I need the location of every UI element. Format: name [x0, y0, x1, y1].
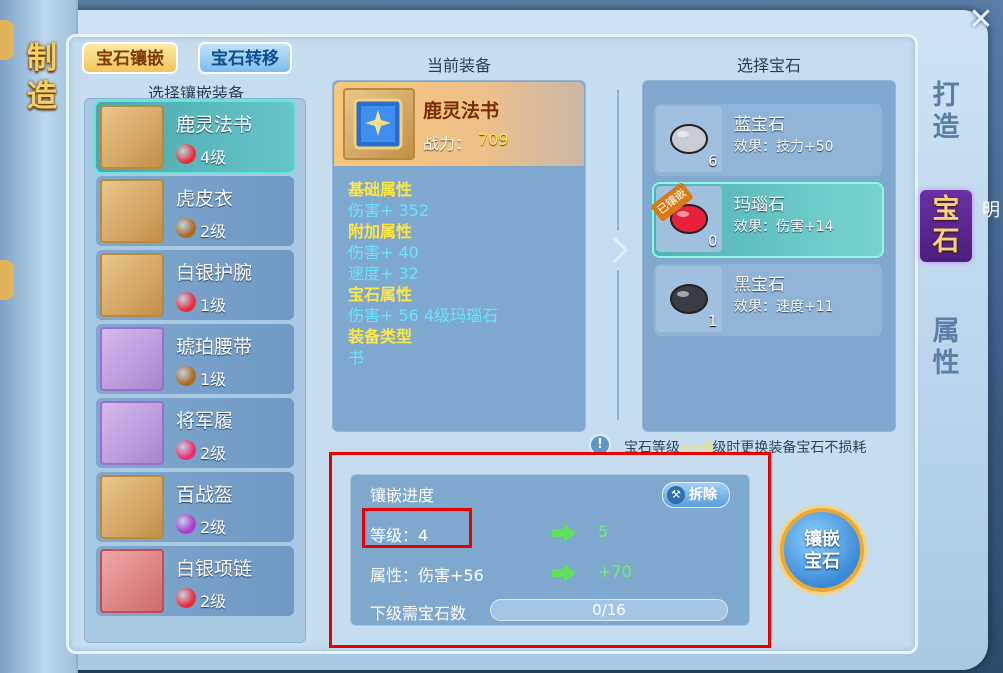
equip-item[interactable]: 鹿灵法书 4级 — [96, 102, 294, 172]
highlight-box-level — [362, 508, 472, 548]
gem-icon — [176, 514, 196, 534]
equipment-icon — [100, 179, 164, 243]
tab-char: 打 — [932, 80, 960, 111]
gem-icon — [176, 366, 196, 386]
close-button[interactable]: ✕ — [962, 2, 1000, 40]
tab-0[interactable]: 打造 — [920, 76, 972, 148]
gem-count: 1 — [708, 312, 718, 330]
tab-char: 属 — [932, 316, 960, 347]
equip-name: 白银护腕 — [176, 262, 253, 284]
equip-item[interactable]: 白银护腕 1级 — [96, 250, 294, 320]
gem-count: 0 — [708, 232, 718, 250]
equipment-icon — [100, 253, 164, 317]
gem-icon — [176, 218, 196, 238]
gem-level: 2级 — [200, 444, 227, 463]
equip-name: 百战盔 — [176, 484, 234, 506]
power-label: 战力： — [423, 134, 472, 153]
gem-icon — [176, 144, 196, 164]
attr-line: 书 — [348, 348, 365, 367]
tab-char: 造 — [932, 112, 960, 143]
tab-char: 石 — [932, 226, 960, 257]
gem-effect: 效果：伤害+14 — [734, 219, 834, 235]
gem-name: 黑宝石 — [734, 275, 785, 295]
inlay-line1: 镶嵌 — [804, 529, 840, 550]
gem-level: 2级 — [200, 222, 227, 241]
tab-gem-transfer[interactable]: 宝石转移 — [198, 42, 292, 74]
equipment-icon — [100, 105, 164, 169]
current-equip-title: 当前装备 — [426, 56, 491, 75]
equip-name: 虎皮衣 — [176, 188, 234, 210]
tab-1[interactable]: 宝石 — [920, 190, 972, 262]
power-value: 709 — [478, 130, 509, 149]
equip-name: 琥珀腰带 — [176, 336, 253, 358]
side-title: 制造 — [27, 41, 57, 114]
book-icon — [343, 88, 415, 160]
gem-icon — [176, 440, 196, 460]
gem-list-title: 选择宝石 — [736, 56, 801, 75]
equipment-icon — [100, 475, 164, 539]
arrow-divider — [612, 80, 636, 432]
background-text: 明 — [982, 200, 1000, 221]
gem-icon — [176, 292, 196, 312]
equip-item[interactable]: 将军履 2级 — [96, 398, 294, 468]
tab-char: 宝 — [932, 194, 960, 225]
gem-level: 2级 — [200, 518, 227, 537]
tab-char: 性 — [932, 348, 960, 379]
inlay-gem-button[interactable]: 镶嵌 宝石 — [780, 508, 864, 592]
equip-item[interactable]: 百战盔 2级 — [96, 472, 294, 542]
equip-item[interactable]: 虎皮衣 2级 — [96, 176, 294, 246]
equipment-icon — [100, 327, 164, 391]
gem-item[interactable]: 蓝宝石效果：技力+50 6 — [654, 104, 882, 176]
highlight-box — [329, 452, 771, 648]
equipment-icon — [100, 401, 164, 465]
scroll-ring — [0, 20, 14, 60]
equip-name: 白银项链 — [176, 558, 253, 580]
equip-item[interactable]: 琥珀腰带 1级 — [96, 324, 294, 394]
gem-level: 1级 — [200, 370, 227, 389]
gem-level: 1级 — [200, 296, 227, 315]
current-equip-name: 鹿灵法书 — [423, 100, 500, 122]
gem-level: 2级 — [200, 592, 227, 611]
equip-name: 鹿灵法书 — [176, 114, 253, 136]
gem-count: 6 — [708, 152, 718, 170]
equip-item[interactable]: 白银项链 2级 — [96, 546, 294, 616]
gem-item[interactable]: 黑宝石效果：速度+11 1 — [654, 264, 882, 336]
gem-name: 蓝宝石 — [734, 115, 785, 135]
gem-effect: 效果：技力+50 — [734, 139, 834, 155]
tab-2[interactable]: 属性 — [920, 312, 972, 384]
gem-name: 玛瑙石 — [734, 195, 785, 215]
equip-name: 将军履 — [176, 410, 234, 432]
equipment-icon — [100, 549, 164, 613]
gem-level: 4级 — [200, 148, 227, 167]
scroll-ring — [0, 260, 14, 300]
gem-icon — [176, 588, 196, 608]
gem-effect: 效果：速度+11 — [734, 299, 834, 315]
inlay-line2: 宝石 — [804, 551, 840, 572]
tab-gem-inlay[interactable]: 宝石镶嵌 — [82, 42, 178, 74]
